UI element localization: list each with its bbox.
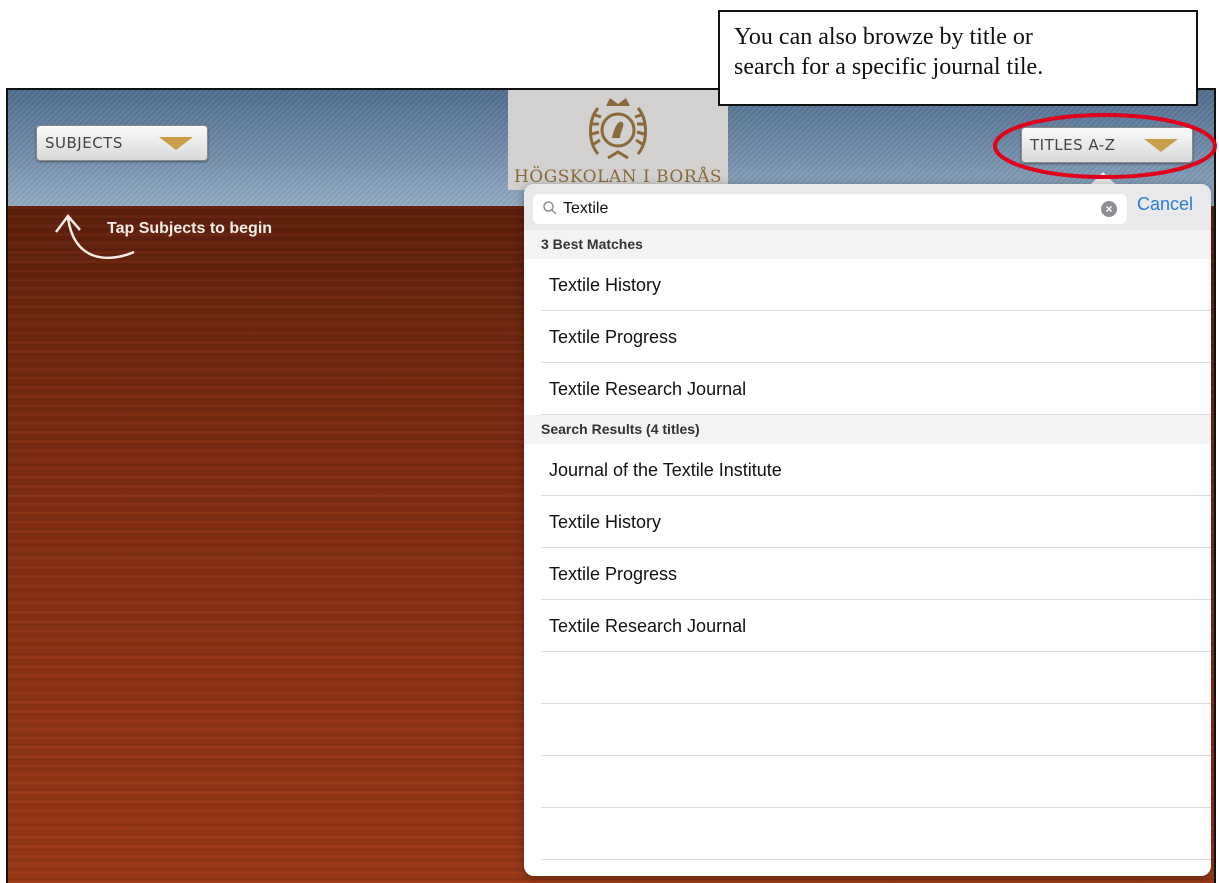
annotation-callout: You can also browze by title or search f… <box>718 10 1198 106</box>
search-input[interactable] <box>563 197 1083 221</box>
university-logo: HÖGSKOLAN I BORÅS <box>508 90 728 190</box>
cancel-button[interactable]: Cancel <box>1137 194 1193 215</box>
search-popover: × Cancel 3 Best Matches Textile History … <box>524 184 1211 876</box>
search-result-item[interactable]: Textile Progress <box>541 548 1211 600</box>
app-screen: SUBJECTS HÖGSKOLAN I BORÅS TITLES A-Z Ta… <box>6 88 1216 883</box>
search-result-item[interactable]: Textile Research Journal <box>541 600 1211 652</box>
search-results-header: Search Results (4 titles) <box>524 415 1211 444</box>
curved-arrow-icon <box>55 214 135 260</box>
dropdown-arrow-icon <box>159 136 193 150</box>
search-result-item[interactable]: Textile History <box>541 496 1211 548</box>
crest-icon <box>589 98 647 160</box>
highlight-ellipse <box>993 113 1217 179</box>
callout-line-1: You can also browze by title or <box>734 24 1033 50</box>
best-matches-header: 3 Best Matches <box>524 230 1211 259</box>
search-bar: × Cancel <box>524 184 1211 230</box>
best-match-item[interactable]: Textile Progress <box>541 311 1211 363</box>
best-match-item[interactable]: Textile Research Journal <box>541 363 1211 415</box>
empty-row <box>541 808 1211 860</box>
subjects-dropdown-button[interactable]: SUBJECTS <box>36 125 208 161</box>
search-result-item[interactable]: Journal of the Textile Institute <box>541 444 1211 496</box>
clear-icon[interactable]: × <box>1101 201 1117 217</box>
callout-line-2: search for a specific journal tile. <box>734 54 1044 80</box>
search-field[interactable]: × <box>533 194 1127 224</box>
hint-text: Tap Subjects to begin <box>107 220 273 237</box>
subjects-label: SUBJECTS <box>45 134 123 152</box>
search-icon <box>543 201 557 215</box>
empty-row <box>541 652 1211 704</box>
empty-row <box>541 704 1211 756</box>
empty-row <box>541 756 1211 808</box>
best-match-item[interactable]: Textile History <box>541 259 1211 311</box>
